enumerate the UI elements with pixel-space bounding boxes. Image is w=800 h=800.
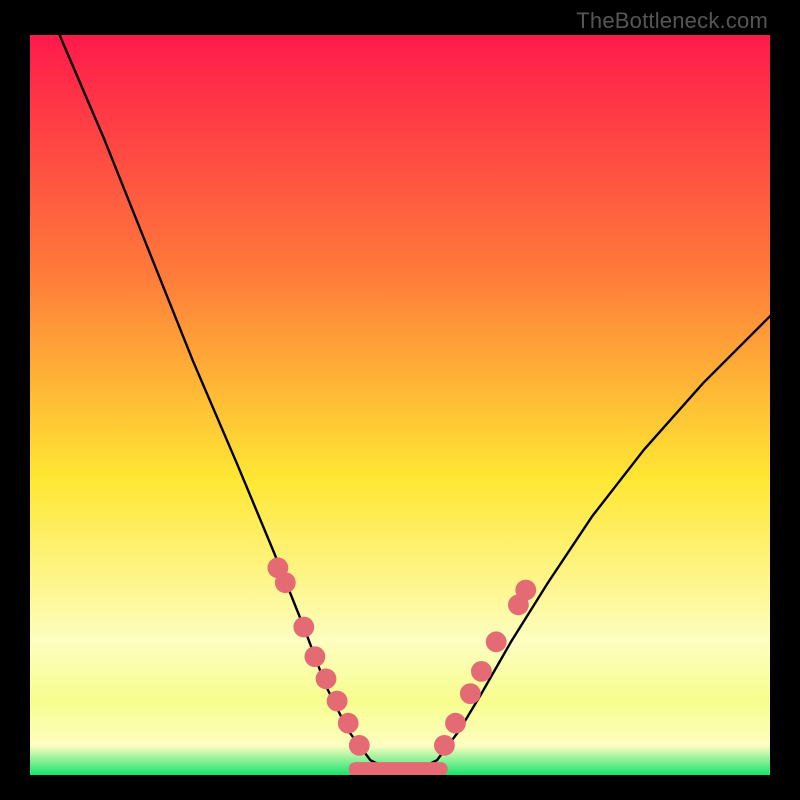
chart-frame	[30, 35, 770, 775]
marker-left	[305, 646, 326, 667]
bottleneck-chart	[30, 35, 770, 775]
marker-left	[327, 691, 348, 712]
marker-left	[338, 713, 359, 734]
marker-left	[349, 735, 370, 756]
marker-right	[471, 661, 492, 682]
marker-right	[486, 631, 507, 652]
marker-right	[460, 683, 481, 704]
marker-left	[316, 668, 337, 689]
marker-right	[445, 713, 466, 734]
watermark-label: TheBottleneck.com	[576, 8, 768, 34]
marker-right	[515, 580, 536, 601]
marker-right	[434, 735, 455, 756]
marker-left	[275, 572, 296, 593]
marker-left	[293, 617, 314, 638]
